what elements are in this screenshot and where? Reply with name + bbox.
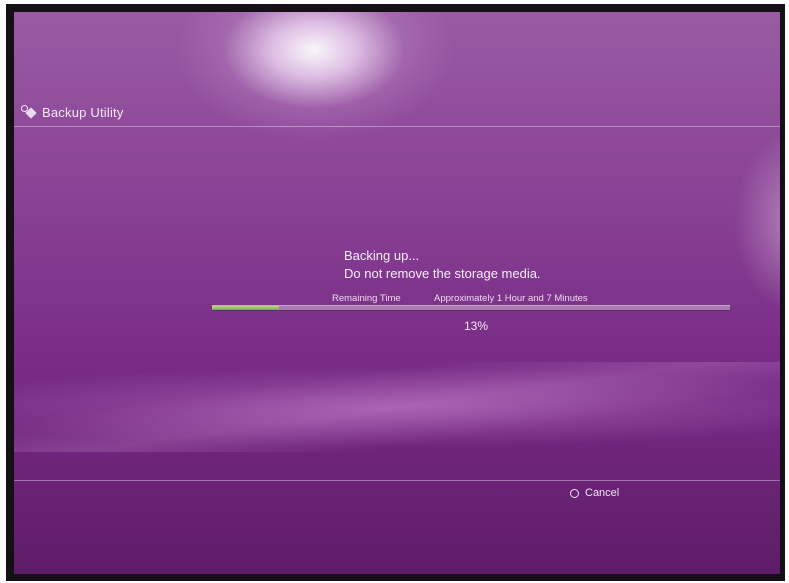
page-title: Backup Utility xyxy=(42,104,124,120)
circle-button-icon xyxy=(570,488,579,498)
header: Backup Utility xyxy=(20,104,124,120)
remaining-time-value: Approximately 1 Hour and 7 Minutes xyxy=(434,293,588,304)
status-message: Backing up... xyxy=(344,248,420,263)
background-wave xyxy=(14,362,780,452)
progress-bar-fill xyxy=(212,306,280,310)
backup-utility-icon xyxy=(20,104,38,120)
cancel-button[interactable]: Cancel xyxy=(570,487,619,499)
progress-percent: 13% xyxy=(464,319,489,333)
warning-message: Do not remove the storage media. xyxy=(344,266,541,281)
footer-divider xyxy=(14,480,780,481)
cancel-label: Cancel xyxy=(585,487,620,499)
progress-bar xyxy=(212,305,730,311)
header-divider xyxy=(14,126,780,127)
remaining-time-label: Remaining Time xyxy=(332,293,401,304)
tv-screen: Backup Utility Backing up... Do not remo… xyxy=(14,12,780,574)
photo-frame: Backup Utility Backing up... Do not remo… xyxy=(0,0,789,583)
